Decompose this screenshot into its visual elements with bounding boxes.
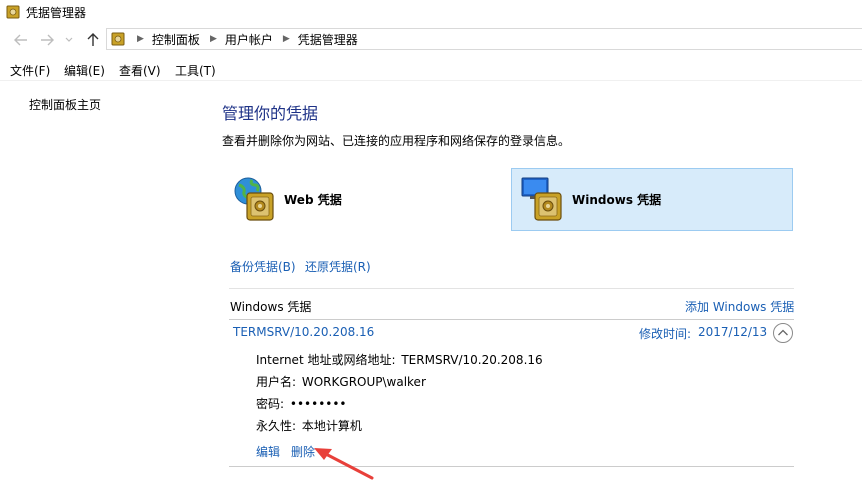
annotation-arrow-icon [314, 448, 374, 480]
windows-credentials-label: Windows 凭据 [572, 193, 662, 207]
persistence-label: 永久性: [256, 419, 297, 433]
windows-credentials-tile[interactable]: Windows 凭据 [511, 168, 793, 231]
entry-divider-top [229, 319, 794, 320]
menu-view[interactable]: 查看(V) [119, 62, 161, 79]
modified-label: 修改时间: [639, 327, 692, 341]
breadcrumb-separator-icon[interactable]: ▶ [210, 34, 217, 44]
chevron-up-icon [778, 329, 788, 336]
breadcrumb-separator-icon[interactable]: ▶ [283, 34, 290, 44]
windows-credentials-icon [521, 177, 562, 221]
password-row: 密码: •••••••• [256, 395, 347, 412]
recent-locations-chevron-icon[interactable] [63, 30, 75, 50]
internet-address-row: Internet 地址或网络地址: TERMSRV/10.20.208.16 [256, 351, 543, 368]
page-description: 查看并删除你为网站、已连接的应用程序和网络保存的登录信息。 [222, 134, 571, 148]
address-bar[interactable]: ▶ 控制面板 ▶ 用户帐户 ▶ 凭据管理器 [106, 28, 862, 50]
username-row: 用户名: WORKGROUP\walker [256, 373, 426, 390]
username-value: WORKGROUP\walker [301, 375, 426, 389]
breadcrumb-credential-manager[interactable]: 凭据管理器 [298, 31, 358, 48]
menu-edit[interactable]: 编辑(E) [64, 62, 105, 79]
section-divider [229, 288, 794, 289]
credential-entry-name[interactable]: TERMSRV/10.20.208.16 [233, 325, 374, 339]
add-windows-credential-link[interactable]: 添加 Windows 凭据 [685, 298, 794, 315]
menu-tools[interactable]: 工具(T) [175, 62, 216, 79]
password-label: 密码: [256, 397, 285, 411]
web-credentials-tile[interactable]: Web 凭据 [230, 168, 498, 231]
restore-credentials-link[interactable]: 还原凭据(R) [305, 258, 371, 275]
web-credentials-icon [234, 177, 274, 221]
window-title: 凭据管理器 [26, 6, 87, 20]
page-title: 管理你的凭据 [222, 104, 319, 123]
edit-credential-link[interactable]: 编辑 [256, 443, 280, 460]
breadcrumb-user-accounts[interactable]: 用户帐户 [225, 31, 273, 48]
password-value: •••••••• [289, 397, 347, 411]
control-panel-icon [111, 32, 125, 46]
web-credentials-label: Web 凭据 [284, 193, 342, 207]
section-title: Windows 凭据 [230, 300, 312, 314]
username-label: 用户名: [256, 375, 297, 389]
up-icon[interactable] [84, 30, 102, 50]
menu-file[interactable]: 文件(F) [10, 62, 50, 79]
persistence-row: 永久性: 本地计算机 [256, 417, 362, 434]
control-panel-home-link[interactable]: 控制面板主页 [29, 96, 101, 113]
forward-icon[interactable] [38, 30, 56, 50]
credential-manager-icon [6, 5, 20, 19]
collapse-entry-button[interactable] [773, 323, 793, 343]
breadcrumb-separator-icon[interactable]: ▶ [137, 34, 144, 44]
menu-bar: 文件(F) 编辑(E) 查看(V) 工具(T) [0, 60, 862, 81]
breadcrumb-control-panel[interactable]: 控制面板 [152, 31, 200, 48]
backup-credentials-link[interactable]: 备份凭据(B) [230, 258, 296, 275]
internet-address-label: Internet 地址或网络地址: [256, 353, 396, 367]
persistence-value: 本地计算机 [301, 419, 362, 433]
modified-date: 2017/12/13 [698, 325, 768, 339]
back-icon[interactable] [12, 30, 30, 50]
title-bar: 凭据管理器 [0, 0, 862, 24]
internet-address-value: TERMSRV/10.20.208.16 [401, 353, 543, 367]
